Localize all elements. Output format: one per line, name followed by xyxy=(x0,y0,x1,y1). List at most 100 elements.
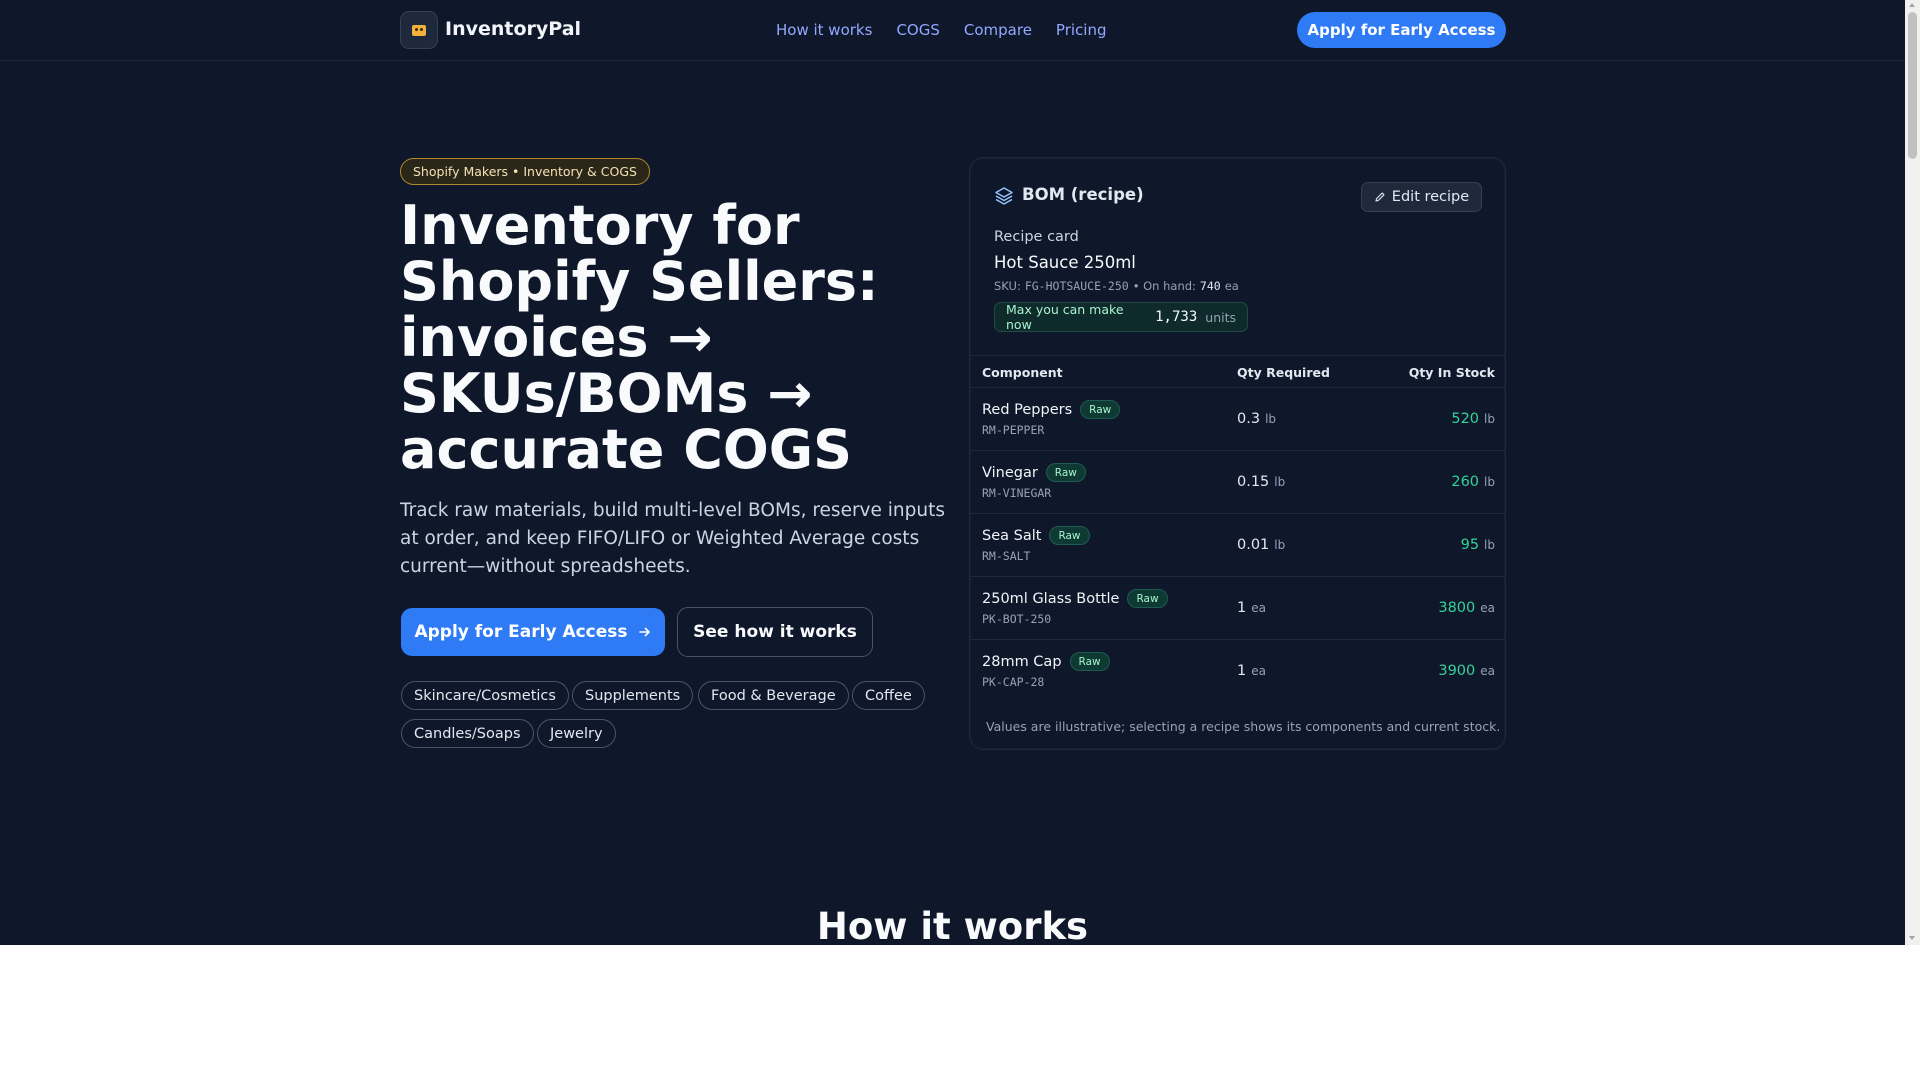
raw-badge: Raw xyxy=(1069,652,1110,671)
raw-badge: Raw xyxy=(1127,589,1168,608)
brand-name[interactable]: InventoryPal xyxy=(445,18,581,40)
nav-link-pricing[interactable]: Pricing xyxy=(1056,21,1107,39)
component-sku: RM-PEPPER xyxy=(982,423,1045,437)
raw-badge: Raw xyxy=(1049,526,1090,545)
top-navbar: InventoryPal How it works COGS Compare P… xyxy=(0,0,1905,61)
edit-recipe-button[interactable]: Edit recipe xyxy=(1361,182,1482,212)
max-makeable-box: Max you can make now 1,733 units xyxy=(994,302,1248,332)
qty-in-stock-unit: ea xyxy=(1480,664,1495,678)
nav-link-compare[interactable]: Compare xyxy=(964,21,1032,39)
hero-title-line: SKUs/BOMs → xyxy=(400,362,813,425)
qty-required-unit: ea xyxy=(1251,664,1266,678)
card-title: BOM (recipe) xyxy=(1022,185,1144,204)
brand-logo[interactable] xyxy=(400,11,438,49)
qty-required-value: 1 xyxy=(1237,663,1247,679)
raw-badge: Raw xyxy=(1045,463,1086,482)
nav-link-cogs[interactable]: COGS xyxy=(896,21,939,39)
apply-early-access-button[interactable]: Apply for Early Access xyxy=(401,608,665,656)
layers-icon xyxy=(995,187,1013,205)
bom-recipe-card: BOM (recipe) Edit recipe Recipe card Hot… xyxy=(969,157,1506,750)
chip-skincare[interactable]: Skincare/Cosmetics xyxy=(401,681,569,710)
qty-required: 1 ea xyxy=(1237,663,1266,679)
chip-coffee[interactable]: Coffee xyxy=(852,681,925,710)
chip-food-beverage[interactable]: Food & Beverage xyxy=(698,681,849,710)
qty-required-value: 0.3 xyxy=(1237,411,1261,427)
table-header: Component Qty Required Qty In Stock xyxy=(970,355,1505,388)
see-how-it-works-button[interactable]: See how it works xyxy=(677,607,873,657)
qty-required-unit: lb xyxy=(1265,412,1277,426)
hero-title-line: invoices → xyxy=(400,306,713,369)
qty-required: 0.15 lb xyxy=(1237,474,1285,490)
qty-in-stock-unit: lb xyxy=(1484,412,1495,426)
hero-title-line: Inventory for xyxy=(400,194,800,257)
card-footnote: Values are illustrative; selecting a rec… xyxy=(986,719,1501,734)
page-scrollbar[interactable] xyxy=(1905,0,1920,945)
component-sku: PK-CAP-28 xyxy=(982,675,1045,689)
hero-tag-badge: Shopify Makers • Inventory & COGS xyxy=(400,158,650,185)
on-hand-value: 740 xyxy=(1199,279,1221,293)
component-name-cell: Sea Salt Raw xyxy=(982,526,1090,545)
table-row[interactable]: Vinegar Raw RM-VINEGAR 0.15 lb 260 lb xyxy=(970,451,1505,514)
component-name-cell: 28mm Cap Raw xyxy=(982,652,1110,671)
component-name-cell: Vinegar Raw xyxy=(982,463,1086,482)
column-header-component: Component xyxy=(982,365,1063,380)
box-face-icon xyxy=(412,24,426,36)
qty-required-value: 0.01 xyxy=(1237,537,1270,553)
nav-link-how-it-works[interactable]: How it works xyxy=(776,21,872,39)
main-nav: How it works COGS Compare Pricing xyxy=(776,21,1106,39)
components-table: Component Qty Required Qty In Stock Red … xyxy=(970,355,1505,703)
component-name: Vinegar xyxy=(982,464,1038,481)
hero-subtitle: Track raw materials, build multi-level B… xyxy=(400,500,945,577)
scrollbar-thumb[interactable] xyxy=(1908,12,1917,159)
on-hand-unit: ea xyxy=(1224,279,1239,293)
qty-in-stock-unit: lb xyxy=(1484,475,1495,489)
qty-in-stock-value: 3800 xyxy=(1438,600,1476,616)
component-name-cell: 250ml Glass Bottle Raw xyxy=(982,589,1168,608)
edit-recipe-label: Edit recipe xyxy=(1391,189,1470,205)
qty-in-stock-value: 95 xyxy=(1460,537,1480,553)
qty-required: 0.01 lb xyxy=(1237,537,1285,553)
table-row[interactable]: Sea Salt Raw RM-SALT 0.01 lb 95 lb xyxy=(970,514,1505,577)
hero-title: Inventory for Shopify Sellers: invoices … xyxy=(400,198,960,478)
recipe-meta: SKU: FG-HOTSAUCE-250 • On hand: 740 ea xyxy=(994,279,1239,293)
page-viewport: InventoryPal How it works COGS Compare P… xyxy=(0,0,1905,945)
qty-required-unit: ea xyxy=(1251,601,1266,615)
max-makeable-label: Max you can make now xyxy=(1006,302,1124,332)
chip-supplements[interactable]: Supplements xyxy=(572,681,694,710)
scroll-up-arrow-icon[interactable] xyxy=(1909,3,1915,7)
arrow-right-icon xyxy=(638,627,650,637)
qty-required-value: 1 xyxy=(1237,600,1247,616)
qty-required-value: 0.15 xyxy=(1237,474,1270,490)
qty-in-stock: 95 lb xyxy=(1461,537,1495,553)
hero-title-line: Shopify Sellers: xyxy=(400,250,879,313)
qty-in-stock-value: 3900 xyxy=(1438,663,1476,679)
pencil-icon xyxy=(1375,192,1385,202)
hero-title-line: accurate COGS xyxy=(400,418,852,481)
recipe-name: Hot Sauce 250ml xyxy=(994,253,1136,272)
chip-candles-soaps[interactable]: Candles/Soaps xyxy=(401,719,534,748)
qty-required: 1 ea xyxy=(1237,600,1266,616)
qty-in-stock: 260 lb xyxy=(1451,474,1495,490)
chip-jewelry[interactable]: Jewelry xyxy=(537,719,616,748)
sku-label: SKU: xyxy=(994,279,1021,293)
table-row[interactable]: 250ml Glass Bottle Raw PK-BOT-250 1 ea 380… xyxy=(970,577,1505,640)
component-name-cell: Red Peppers Raw xyxy=(982,400,1121,419)
max-makeable-value: 1,733 xyxy=(1155,309,1198,325)
column-header-qty-in-stock: Qty In Stock xyxy=(1408,365,1495,380)
on-hand-label: • On hand: xyxy=(1132,279,1196,293)
scroll-down-arrow-icon[interactable] xyxy=(1909,936,1915,940)
qty-in-stock-value: 260 xyxy=(1451,474,1480,490)
qty-in-stock-value: 520 xyxy=(1451,411,1480,427)
column-header-qty-required: Qty Required xyxy=(1237,365,1330,380)
apply-early-access-label: Apply for Early Access xyxy=(414,622,628,642)
table-row[interactable]: 28mm Cap Raw PK-CAP-28 1 ea 3900 ea xyxy=(970,640,1505,703)
component-sku: PK-BOT-250 xyxy=(982,612,1052,626)
raw-badge: Raw xyxy=(1080,400,1121,419)
qty-required-unit: lb xyxy=(1274,475,1286,489)
qty-in-stock-unit: ea xyxy=(1480,601,1495,615)
table-row[interactable]: Red Peppers Raw RM-PEPPER 0.3 lb 520 lb xyxy=(970,388,1505,451)
qty-required-unit: lb xyxy=(1274,538,1286,552)
header-apply-button[interactable]: Apply for Early Access xyxy=(1297,12,1506,48)
component-name: 28mm Cap xyxy=(982,653,1062,670)
qty-in-stock: 3800 ea xyxy=(1438,600,1495,616)
